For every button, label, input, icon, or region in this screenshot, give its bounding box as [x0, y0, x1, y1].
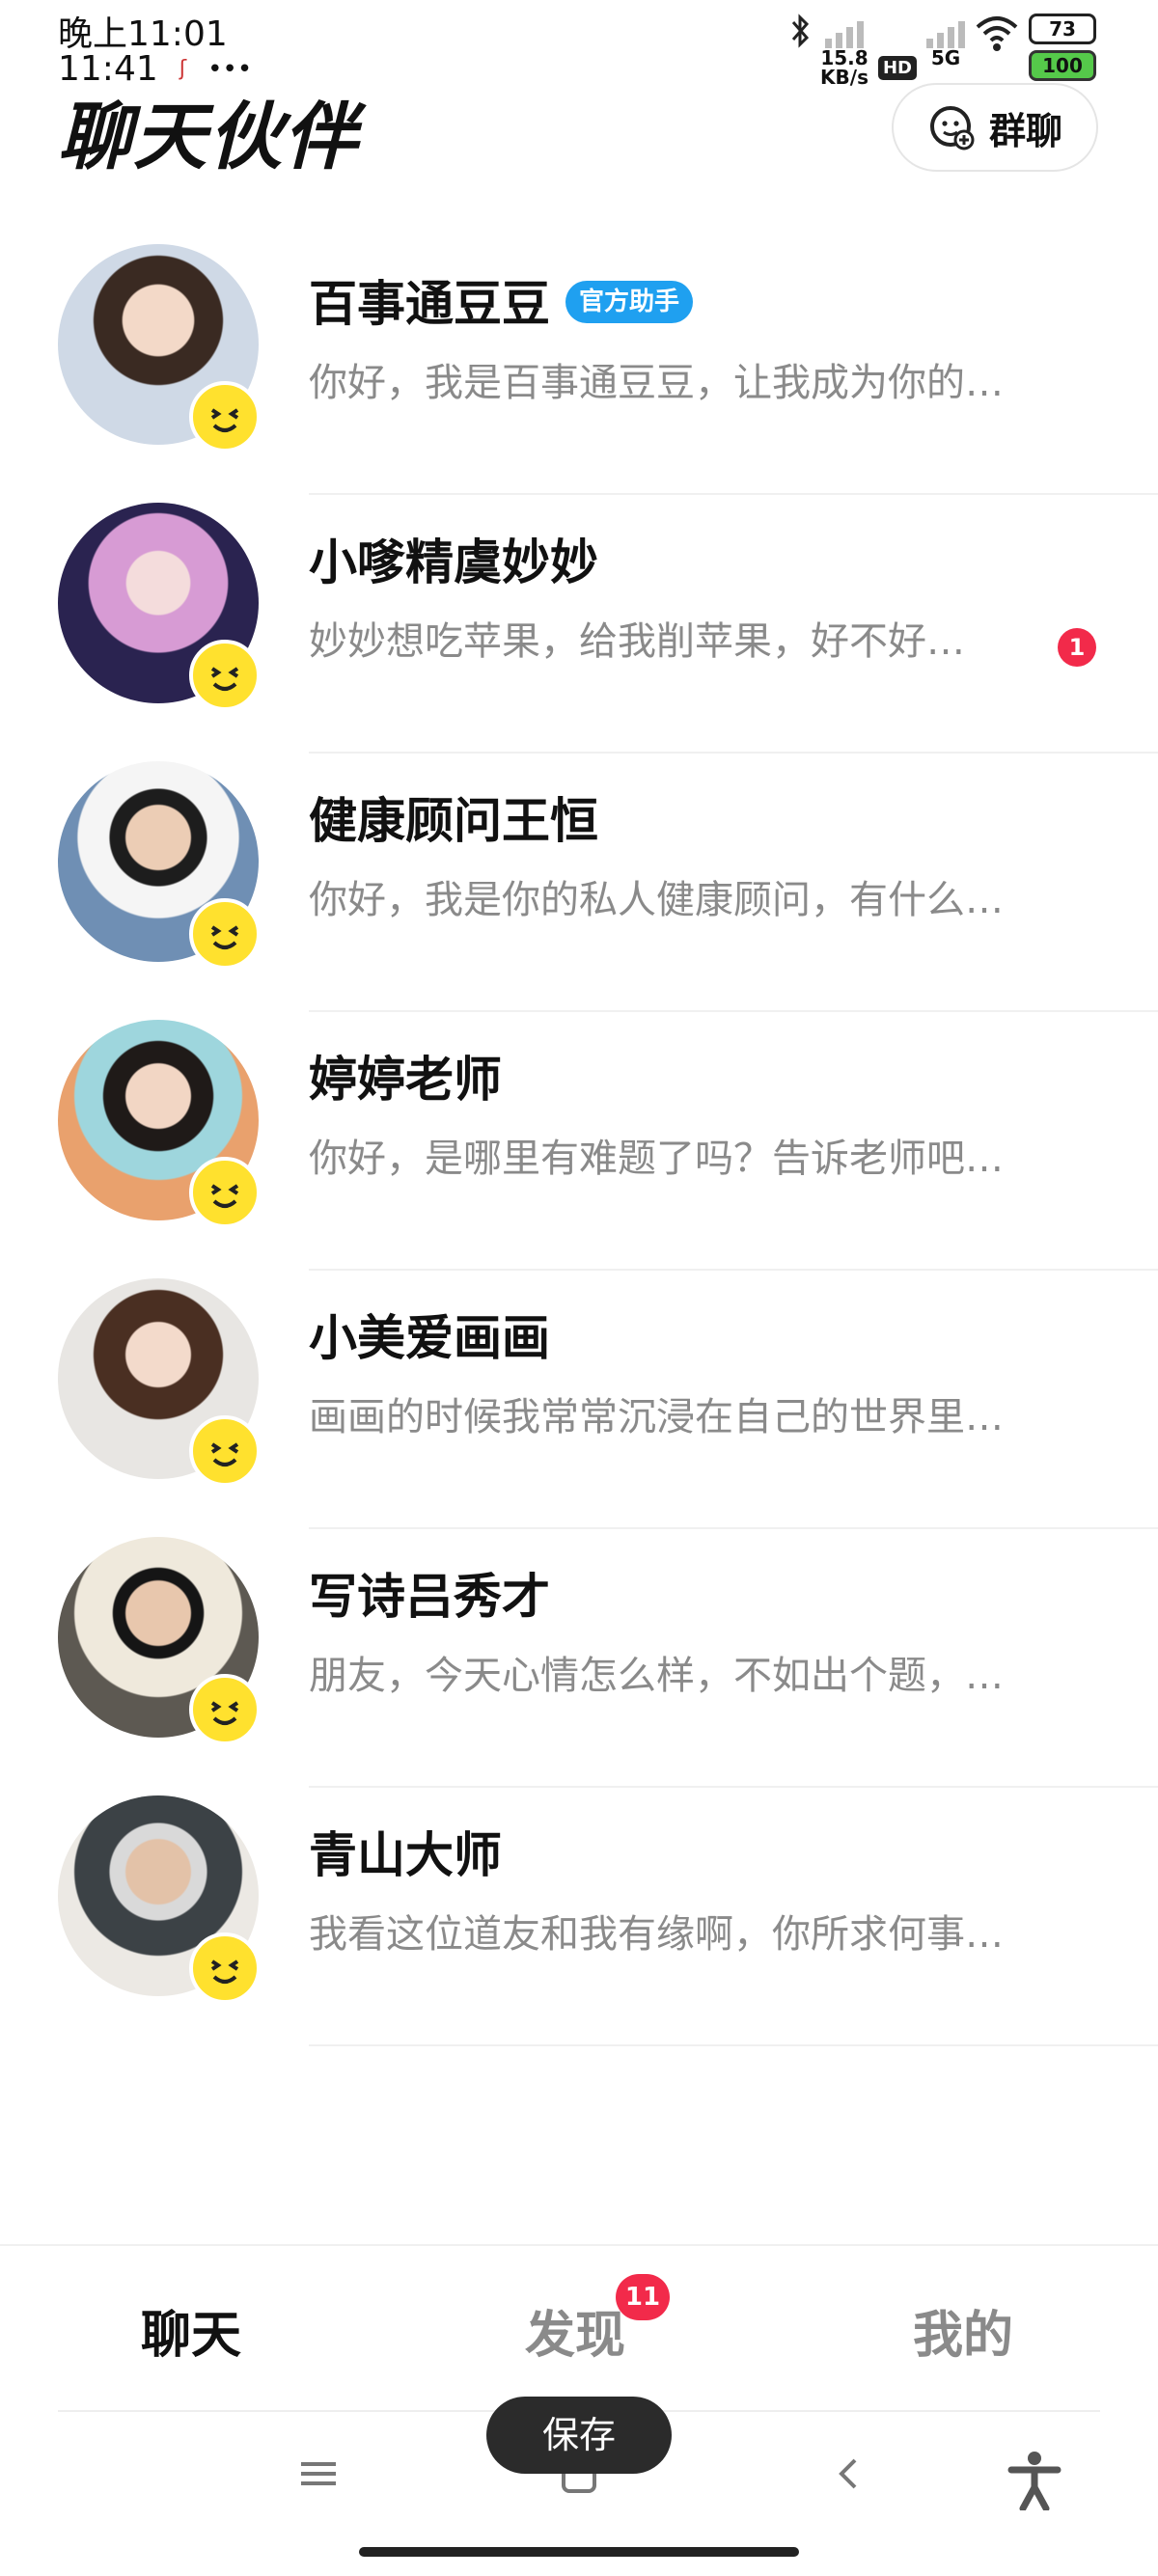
chat-item-lv-xiucai[interactable]: 写诗吕秀才 朋友，今天心情怎么样，不如出个题，… — [0, 1529, 1158, 1788]
add-group-icon — [929, 106, 975, 151]
group-chat-label: 群聊 — [988, 109, 1062, 152]
smiley-badge-icon — [189, 898, 261, 970]
contact-name: 小嗲精虞妙妙 — [309, 534, 598, 590]
message-preview: 画画的时候我常常沉浸在自己的世界里… — [309, 1395, 1004, 1439]
chat-item-qingshan-master[interactable]: 青山大师 我看这位道友和我有缘啊，你所求何事… — [0, 1788, 1158, 2046]
smiley-badge-icon — [189, 381, 261, 452]
tab-chat[interactable]: 聊天 — [141, 2294, 241, 2367]
hd-icon: HD — [877, 56, 917, 80]
wifi-icon — [975, 14, 1019, 52]
signal-strength-icon — [825, 14, 864, 48]
save-toast[interactable]: 保存 — [486, 2397, 672, 2474]
battery-charging-icon: 100 — [1029, 50, 1096, 81]
message-preview: 你好，是哪里有难题了吗？告诉老师吧… — [309, 1137, 1004, 1181]
tabbar-divider — [0, 2244, 1158, 2246]
contact-name: 青山大师 — [309, 1827, 502, 1883]
cellular-5g-icon: 5G — [926, 14, 965, 68]
message-preview: 朋友，今天心情怎么样，不如出个题，… — [309, 1654, 1004, 1698]
battery-icon: 73 — [1029, 14, 1096, 44]
chat-item-miaomiao[interactable]: 小嗲精虞妙妙 妙妙想吃苹果，给我削苹果，好不好… 1 — [0, 495, 1158, 754]
chat-item-wang-heng[interactable]: 健康顾问王恒 你好，我是你的私人健康顾问，有什么… — [0, 754, 1158, 1012]
network-speed: 15.8 KB/s — [820, 14, 868, 87]
message-preview: 我看这位道友和我有缘啊，你所求何事… — [309, 1912, 1004, 1957]
message-preview: 你好，我是你的私人健康顾问，有什么… — [309, 878, 1004, 922]
smiley-badge-icon — [189, 1932, 261, 2004]
home-indicator[interactable] — [359, 2547, 799, 2557]
chat-item-tingting-teacher[interactable]: 婷婷老师 你好，是哪里有难题了吗？告诉老师吧… — [0, 1012, 1158, 1271]
divider — [309, 2044, 1158, 2046]
chat-list: 百事通豆豆 官方助手 你好，我是百事通豆豆，让我成为你的… 小嗲精虞妙妙 妙妙想吃… — [0, 236, 1158, 2046]
discover-badge: 11 — [616, 2274, 670, 2320]
page-title: 聊天伙伴 — [58, 94, 359, 179]
message-preview: 你好，我是百事通豆豆，让我成为你的… — [309, 361, 1004, 405]
chat-item-xiaomei-painting[interactable]: 小美爱画画 画画的时候我常常沉浸在自己的世界里… — [0, 1271, 1158, 1529]
status-bar-right: 15.8 KB/s HD 5G 73 100 — [789, 14, 1096, 87]
contact-name: 健康顾问王恒 — [309, 793, 598, 849]
smiley-badge-icon — [189, 1674, 261, 1745]
smiley-badge-icon — [189, 640, 261, 711]
back-icon[interactable] — [830, 2451, 868, 2501]
signal-strength-icon — [926, 14, 965, 48]
smiley-badge-icon — [189, 1157, 261, 1228]
tab-discover[interactable]: 发现 — [525, 2294, 625, 2367]
chat-item-baishitong-doudou[interactable]: 百事通豆豆 官方助手 你好，我是百事通豆豆，让我成为你的… — [0, 236, 1158, 495]
unread-badge: 1 — [1058, 628, 1096, 667]
accessibility-icon[interactable] — [1007, 2451, 1062, 2514]
menu-icon[interactable] — [299, 2451, 338, 2501]
contact-name: 小美爱画画 — [309, 1310, 550, 1366]
status-time-primary: 晚上11:01 — [58, 14, 228, 54]
bluetooth-icon — [789, 14, 811, 48]
official-assistant-badge: 官方助手 — [565, 280, 694, 323]
battery-indicators: 73 100 — [1029, 14, 1096, 81]
smiley-badge-icon — [189, 1415, 261, 1487]
contact-name: 婷婷老师 — [309, 1052, 502, 1108]
contact-name: 写诗吕秀才 — [309, 1569, 550, 1625]
message-preview: 妙妙想吃苹果，给我削苹果，好不好… — [309, 619, 965, 664]
group-chat-button[interactable]: 群聊 — [892, 83, 1098, 172]
tab-mine[interactable]: 我的 — [913, 2294, 1013, 2367]
contact-name: 百事通豆豆 — [309, 276, 550, 332]
